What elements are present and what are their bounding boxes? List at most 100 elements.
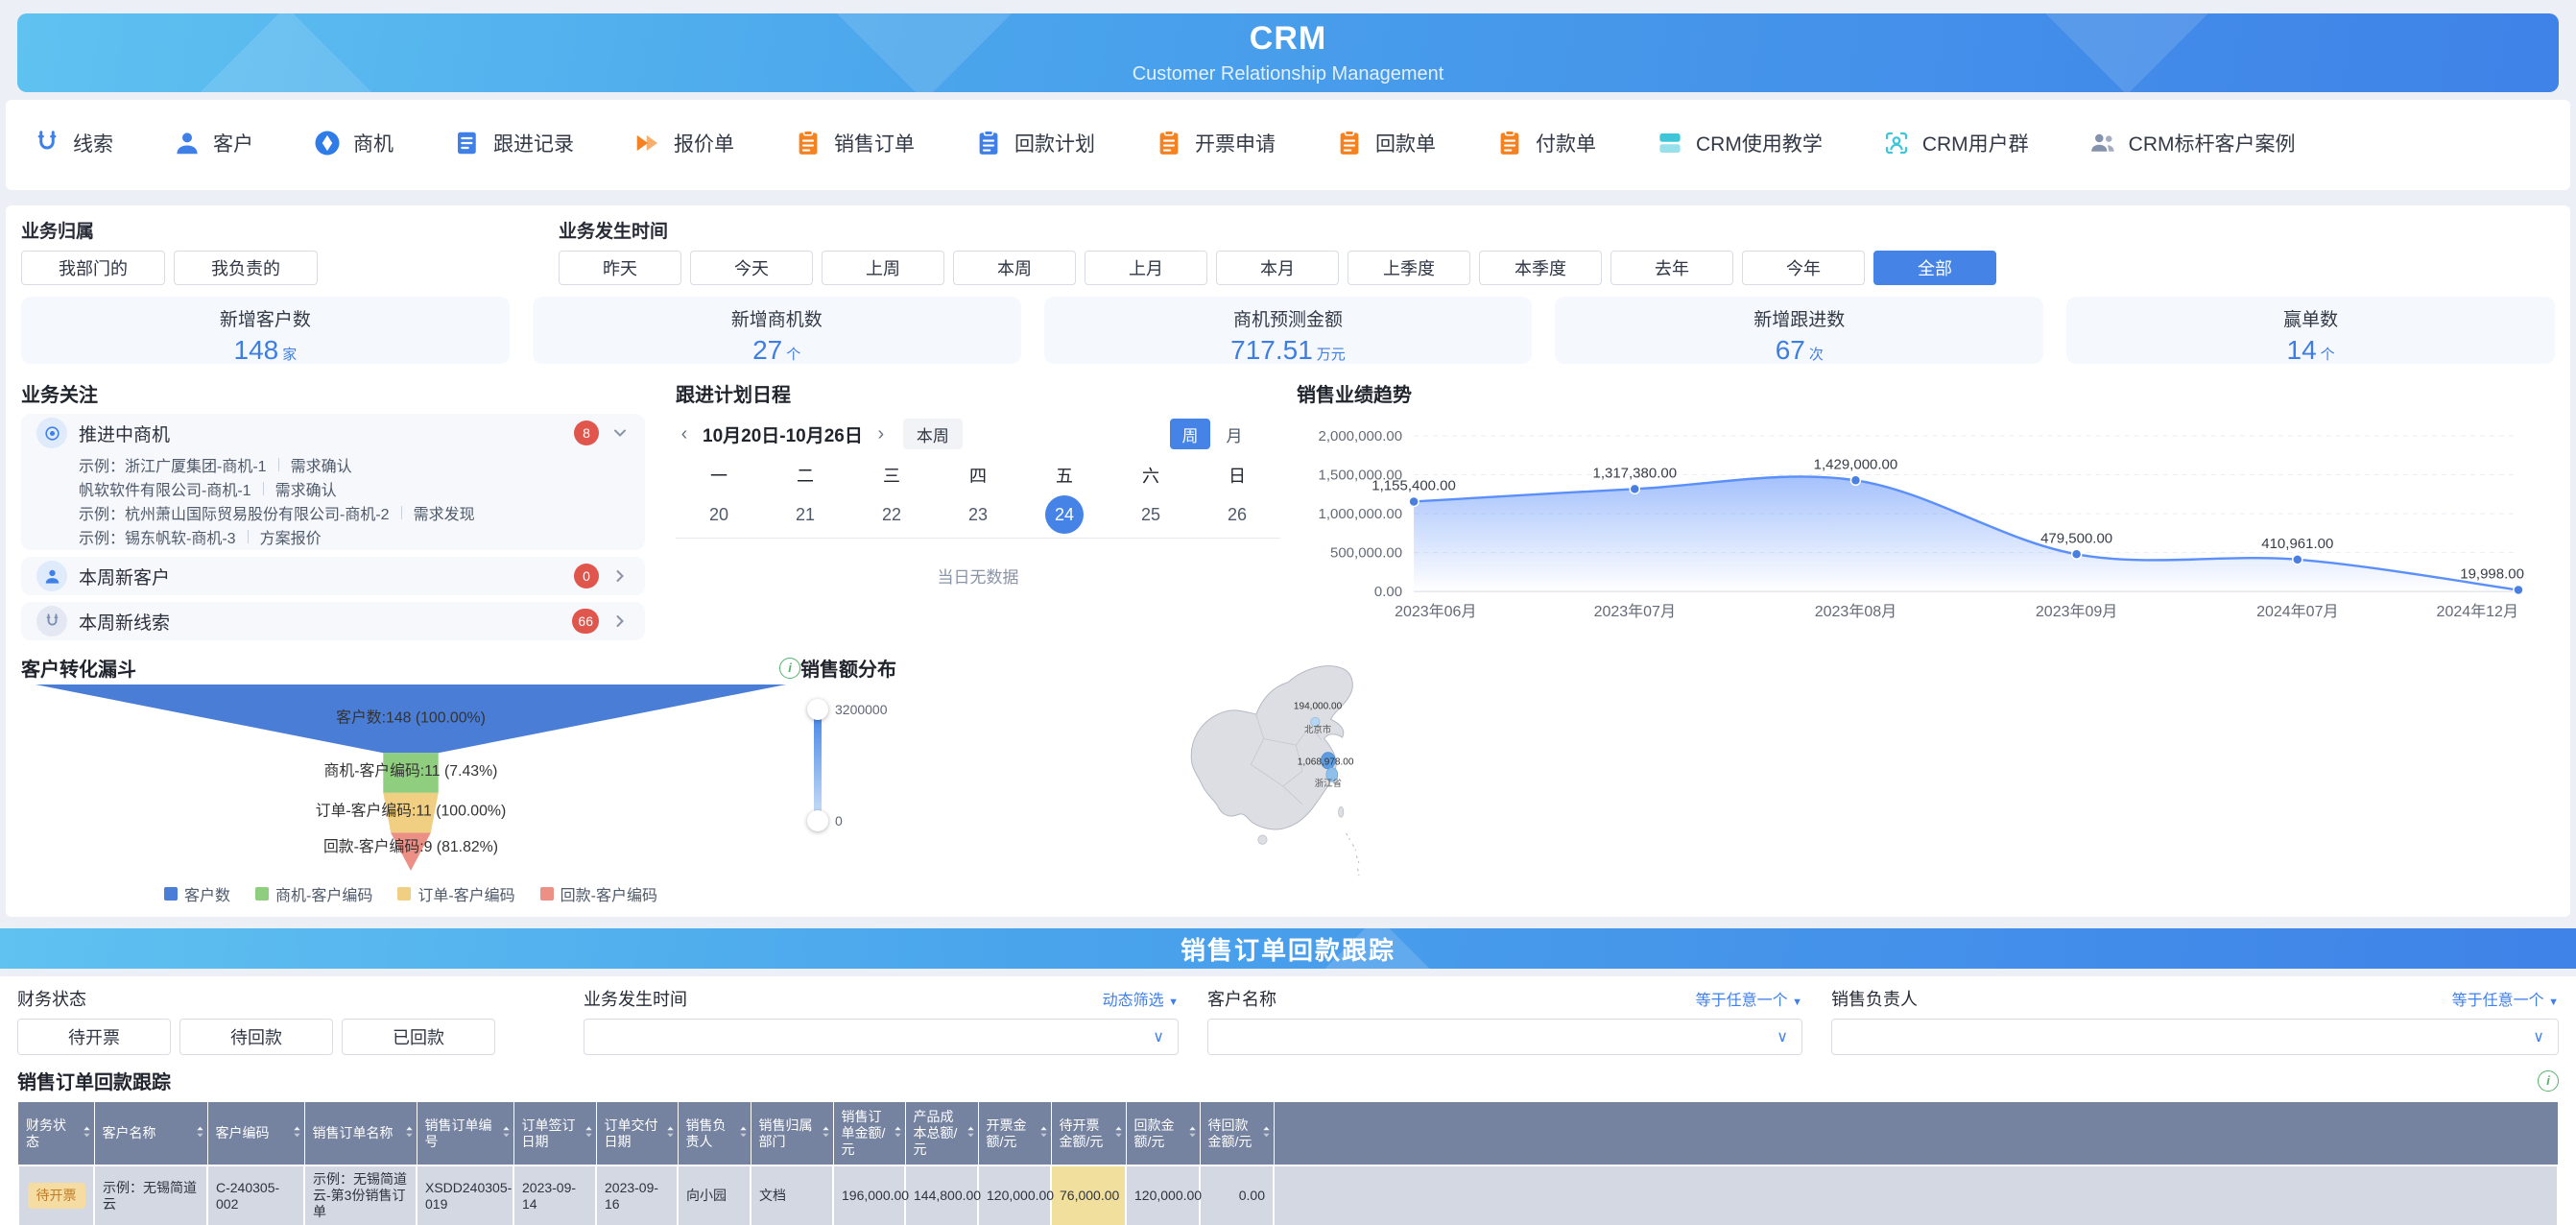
trend-point[interactable] [2293, 555, 2302, 564]
nav-item-quotes[interactable]: 报价单 [633, 129, 734, 157]
time-button-本季度[interactable]: 本季度 [1479, 251, 1602, 285]
focus-panel-header[interactable]: 本周新线索 66 [36, 602, 630, 640]
column-header[interactable]: 开票金额/元 [978, 1102, 1051, 1165]
chevron-right-icon[interactable] [610, 566, 630, 586]
chevron-down-icon[interactable] [610, 423, 630, 443]
legend-item[interactable]: 商机-客户编码 [255, 882, 372, 905]
opportunity-item[interactable]: 帆软软件有限公司-商机-1 需求确认 [36, 476, 630, 500]
sales-operator-link[interactable]: 等于任意一个 ▼ [2452, 987, 2559, 1010]
sort-icon[interactable] [894, 1125, 902, 1141]
trend-point[interactable] [1409, 496, 1419, 506]
time-button-本周[interactable]: 本周 [953, 251, 1076, 285]
opportunity-item[interactable]: 示例：浙江广厦集团-商机-1 需求确认 [36, 452, 630, 476]
sort-icon[interactable] [584, 1125, 593, 1141]
opportunity-item[interactable]: 示例：锡东帆软-商机-3 方案报价 [36, 524, 630, 548]
sort-icon[interactable] [1039, 1125, 1048, 1141]
time-button-全部[interactable]: 全部 [1873, 251, 1996, 285]
calendar-date-26[interactable]: 26 [1194, 493, 1280, 536]
legend-item[interactable]: 订单-客户编码 [397, 882, 514, 905]
finance-status-button-待开票[interactable]: 待开票 [17, 1019, 171, 1055]
sort-icon[interactable] [739, 1125, 748, 1141]
nav-item-crm-user-group[interactable]: CRM用户群 [1882, 129, 2029, 157]
legend-item[interactable]: 客户数 [164, 882, 230, 905]
sort-icon[interactable] [1114, 1125, 1123, 1141]
calendar-prev-icon[interactable]: ‹ [676, 423, 693, 445]
time-button-今天[interactable]: 今天 [690, 251, 813, 285]
table-row[interactable]: 待开票示例：无锡简道云C-240305-002示例：无锡简道云-第3份销售订单X… [18, 1165, 2558, 1225]
trend-point[interactable] [1630, 484, 1639, 493]
column-header[interactable]: 订单交付日期 [596, 1102, 678, 1165]
column-header[interactable]: 待回款金额/元 [1200, 1102, 1274, 1165]
sort-icon[interactable] [822, 1125, 830, 1141]
sort-icon[interactable] [196, 1125, 204, 1141]
sort-icon[interactable] [1262, 1125, 1271, 1141]
trend-point[interactable] [1850, 475, 1860, 485]
column-header[interactable]: 财务状态 [18, 1102, 94, 1165]
sort-icon[interactable] [502, 1125, 511, 1141]
calendar-date-25[interactable]: 25 [1108, 493, 1194, 536]
nav-item-leads[interactable]: 线索 [33, 129, 113, 157]
ownership-button[interactable]: 我部门的 [21, 251, 165, 285]
calendar-next-icon[interactable]: › [872, 423, 890, 445]
sort-icon[interactable] [666, 1125, 675, 1141]
sort-icon[interactable] [293, 1125, 301, 1141]
nav-item-follow-records[interactable]: 跟进记录 [453, 129, 574, 157]
legend-item[interactable]: 回款-客户编码 [540, 882, 657, 905]
calendar-date-21[interactable]: 21 [762, 493, 848, 536]
focus-panel-header[interactable]: 推进中商机 8 [36, 414, 630, 452]
column-header[interactable]: 销售订单编号 [417, 1102, 513, 1165]
table-info-icon[interactable]: i [2538, 1070, 2559, 1092]
customer-operator-link[interactable]: 等于任意一个 ▼ [1696, 987, 1802, 1010]
dynamic-filter-link[interactable]: 动态筛选 ▼ [1103, 987, 1179, 1010]
column-header[interactable]: 客户编码 [207, 1102, 304, 1165]
calendar-this-week-button[interactable]: 本周 [903, 419, 963, 449]
trend-point[interactable] [2072, 549, 2082, 559]
time-button-上周[interactable]: 上周 [822, 251, 944, 285]
calendar-week-toggle[interactable]: 周 [1170, 419, 1210, 449]
slider-handle-min[interactable] [807, 810, 828, 831]
calendar-date-22[interactable]: 22 [848, 493, 935, 536]
time-button-去年[interactable]: 去年 [1610, 251, 1733, 285]
column-header[interactable]: 待开票金额/元 [1051, 1102, 1126, 1165]
column-header[interactable]: 回款金额/元 [1126, 1102, 1200, 1165]
nav-item-invoice-requests[interactable]: 开票申请 [1155, 129, 1276, 157]
calendar-month-toggle[interactable]: 月 [1214, 419, 1254, 449]
trend-point[interactable] [2514, 586, 2523, 595]
slider-handle-max[interactable] [807, 699, 828, 720]
nav-item-opportunities[interactable]: 商机 [313, 129, 394, 157]
time-button-昨天[interactable]: 昨天 [559, 251, 681, 285]
finance-status-button-待回款[interactable]: 待回款 [179, 1019, 333, 1055]
ownership-button[interactable]: 我负责的 [174, 251, 318, 285]
time-button-上月[interactable]: 上月 [1085, 251, 1207, 285]
nav-item-crm-cases[interactable]: CRM标杆客户案例 [2088, 129, 2296, 157]
column-header[interactable]: 销售订单金额/元 [833, 1102, 905, 1165]
customer-name-select[interactable]: ∨ [1207, 1019, 1802, 1055]
nav-item-payments[interactable]: 付款单 [1495, 129, 1596, 157]
sort-icon[interactable] [1188, 1125, 1197, 1141]
calendar-date-24[interactable]: 24 [1021, 493, 1108, 536]
nav-item-crm-tutorial[interactable]: CRM使用教学 [1656, 129, 1823, 157]
sort-icon[interactable] [405, 1125, 414, 1141]
column-header[interactable]: 产品成本总额/元 [905, 1102, 978, 1165]
column-header[interactable]: 客户名称 [94, 1102, 207, 1165]
calendar-date-20[interactable]: 20 [676, 493, 762, 536]
time-button-本月[interactable]: 本月 [1216, 251, 1339, 285]
sort-icon[interactable] [966, 1125, 975, 1141]
time-button-今年[interactable]: 今年 [1742, 251, 1865, 285]
nav-item-customers[interactable]: 客户 [173, 129, 253, 157]
nav-item-receipts[interactable]: 回款单 [1335, 129, 1436, 157]
sort-icon[interactable] [83, 1125, 91, 1141]
chevron-right-icon[interactable] [610, 612, 630, 631]
calendar-date-23[interactable]: 23 [935, 493, 1021, 536]
order-time-select[interactable]: ∨ [584, 1019, 1179, 1055]
focus-panel-header[interactable]: 本周新客户 0 [36, 557, 630, 595]
column-header[interactable]: 订单签订日期 [513, 1102, 596, 1165]
finance-status-button-已回款[interactable]: 已回款 [342, 1019, 495, 1055]
nav-item-payment-plans[interactable]: 回款计划 [974, 129, 1095, 157]
opportunity-item[interactable]: 示例：杭州萧山国际贸易股份有限公司-商机-2 需求发现 [36, 500, 630, 524]
column-header[interactable]: 销售订单名称 [304, 1102, 417, 1165]
funnel-info-icon[interactable]: i [779, 658, 800, 679]
nav-item-sales-orders[interactable]: 销售订单 [794, 129, 915, 157]
time-button-上季度[interactable]: 上季度 [1348, 251, 1470, 285]
column-header[interactable]: 销售负责人 [678, 1102, 751, 1165]
